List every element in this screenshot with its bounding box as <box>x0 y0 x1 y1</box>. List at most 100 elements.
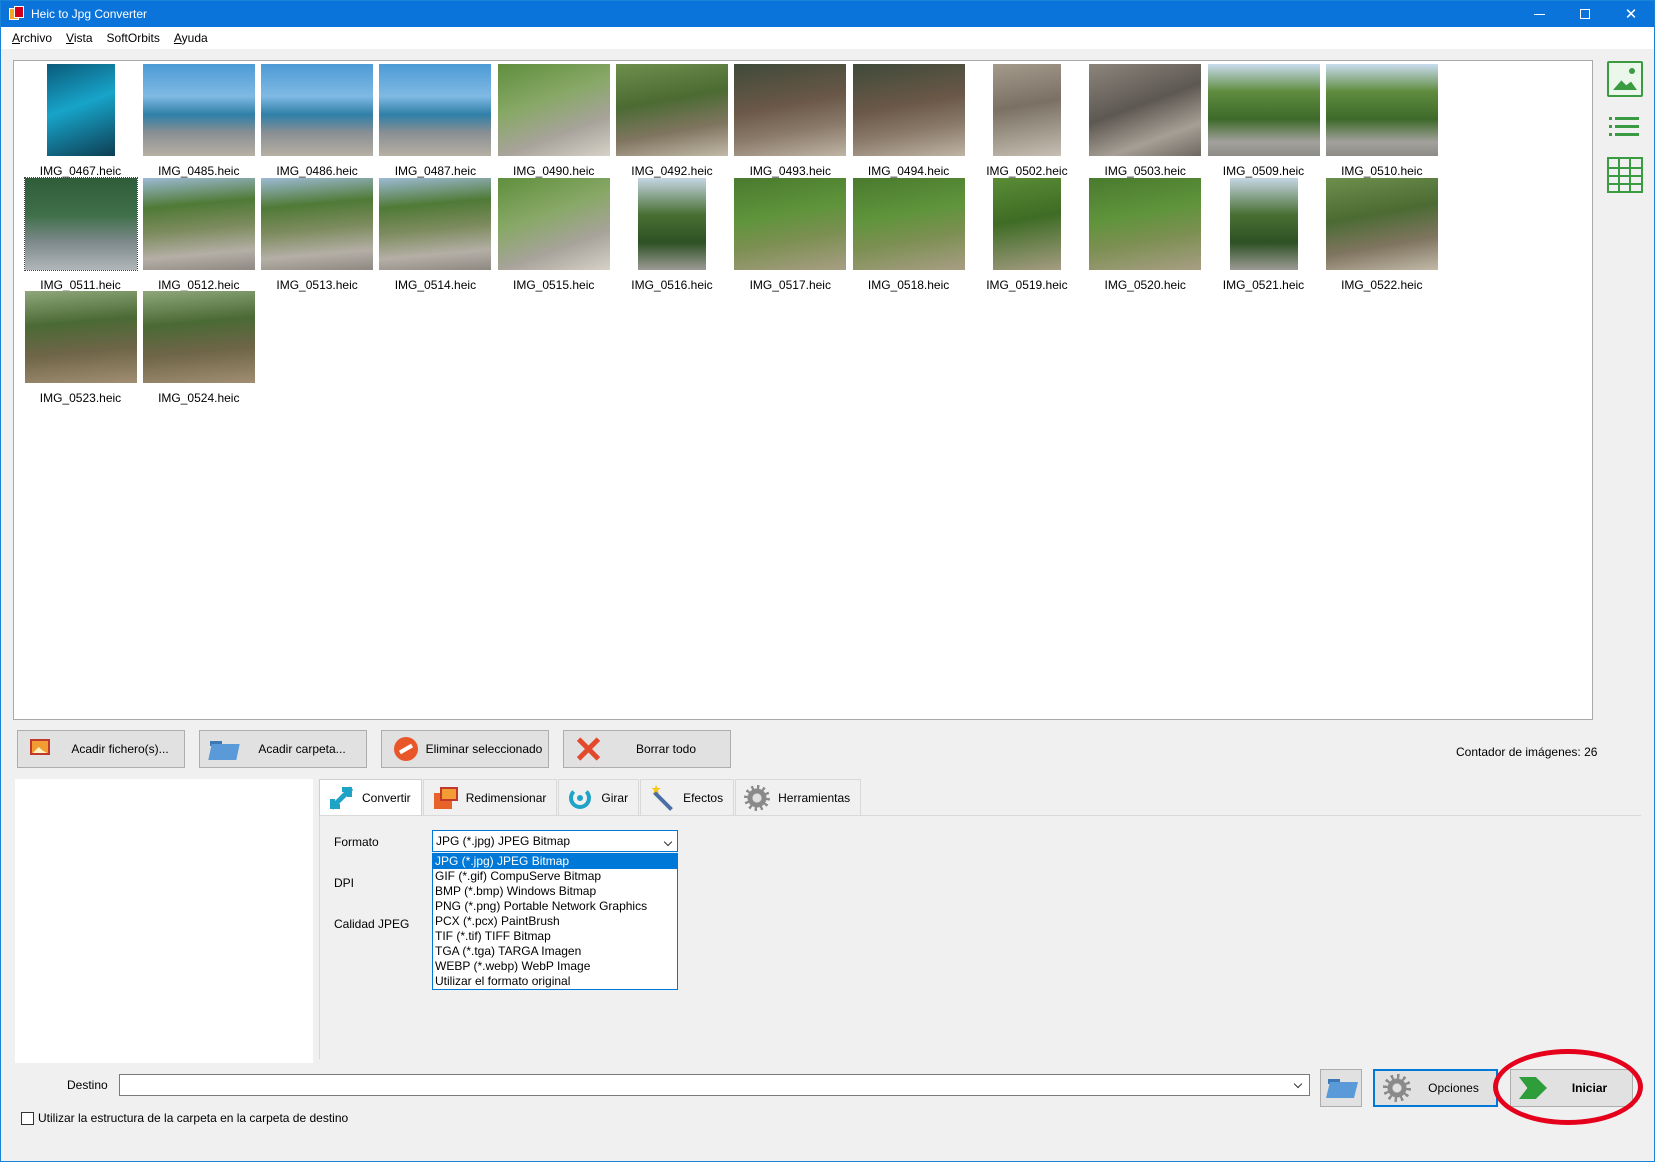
thumbnail-item[interactable]: IMG_0493.heic <box>728 64 853 180</box>
thumbnail-item[interactable]: IMG_0490.heic <box>491 64 616 180</box>
list-view-icon[interactable] <box>1607 109 1643 145</box>
tab-girar[interactable]: Girar <box>558 779 640 815</box>
close-button[interactable]: ✕ <box>1608 1 1654 27</box>
thumbnail-image[interactable] <box>852 64 965 156</box>
thumbnail-image[interactable] <box>142 64 255 156</box>
folder-structure-checkbox[interactable] <box>21 1111 34 1125</box>
thumbnail-item[interactable]: IMG_0518.heic <box>846 177 971 294</box>
tab-efectos[interactable]: Efectos <box>640 779 735 815</box>
tab-herramientas[interactable]: Herramientas <box>735 779 862 815</box>
thumbnail-item[interactable]: IMG_0512.heic <box>136 177 261 294</box>
options-button[interactable]: Opciones <box>1373 1069 1498 1107</box>
thumbnail-image[interactable] <box>852 177 965 270</box>
maximize-button[interactable] <box>1562 1 1608 27</box>
thumbnail-image[interactable] <box>1089 177 1202 270</box>
format-option[interactable]: TGA (*.tga) TARGA Imagen <box>433 944 677 959</box>
thumbnail-image[interactable] <box>992 64 1061 156</box>
thumbnail-item[interactable]: IMG_0517.heic <box>728 177 853 294</box>
menu-softorbits[interactable]: SoftOrbits <box>100 31 167 45</box>
thumbnail-image[interactable] <box>261 177 374 270</box>
thumbnail-caption: IMG_0524.heic <box>158 391 240 406</box>
thumbnail-image[interactable] <box>142 291 255 384</box>
thumbnail-image[interactable] <box>734 177 847 270</box>
thumbnail-item[interactable]: IMG_0523.heic <box>18 291 143 407</box>
thumbnail-item[interactable]: IMG_0509.heic <box>1201 64 1326 180</box>
menu-archivo[interactable]: Archivo <box>5 31 59 45</box>
thumbnail-image[interactable] <box>1325 64 1438 156</box>
format-option[interactable]: PNG (*.png) Portable Network Graphics <box>433 899 677 914</box>
thumbnail-item[interactable]: IMG_0492.heic <box>610 64 735 180</box>
format-option[interactable]: WEBP (*.webp) WebP Image <box>433 959 677 974</box>
thumbnail-item[interactable]: IMG_0521.heic <box>1201 177 1326 294</box>
format-option[interactable]: GIF (*.gif) CompuServe Bitmap <box>433 869 677 884</box>
thumbnail-image[interactable] <box>992 177 1061 270</box>
chevron-down-icon <box>1293 1079 1303 1089</box>
thumbnail-item[interactable]: IMG_0502.heic <box>964 64 1089 180</box>
magic-wand-icon <box>649 784 675 811</box>
format-option[interactable]: Utilizar el formato original <box>433 974 677 989</box>
thumbnail-grid[interactable]: IMG_0467.heic IMG_0485.heic IMG_0486.heic I… <box>13 60 1593 720</box>
thumbnail-item[interactable]: IMG_0520.heic <box>1083 177 1208 294</box>
add-folder-button[interactable]: Acadir carpeta... <box>199 730 367 768</box>
format-option[interactable]: TIF (*.tif) TIFF Bitmap <box>433 929 677 944</box>
thumbnail-image[interactable] <box>1089 64 1202 156</box>
thumbnail-image[interactable] <box>734 64 847 156</box>
thumbnail-item[interactable]: IMG_0510.heic <box>1319 64 1444 180</box>
minimize-button[interactable] <box>1516 1 1562 27</box>
thumbnail-item[interactable]: IMG_0485.heic <box>136 64 261 180</box>
thumbnail-item[interactable]: IMG_0513.heic <box>255 177 380 294</box>
thumbnail-item[interactable]: IMG_0524.heic <box>136 291 261 407</box>
thumbnail-caption: IMG_0502.heic <box>986 164 1068 178</box>
menu-vista[interactable]: Vista <box>59 31 99 45</box>
minimize-icon <box>1533 13 1545 15</box>
thumbnail-item[interactable]: IMG_0522.heic <box>1319 177 1444 294</box>
format-option[interactable]: BMP (*.bmp) Windows Bitmap <box>433 884 677 899</box>
folder-structure-option[interactable]: Utilizar la estructura de la carpeta en … <box>21 1111 348 1125</box>
thumbnail-item[interactable]: IMG_0515.heic <box>491 177 616 294</box>
tab-convertir[interactable]: Convertir <box>319 779 422 816</box>
thumbnail-item[interactable]: IMG_0494.heic <box>846 64 971 180</box>
format-option[interactable]: JPG (*.jpg) JPEG Bitmap <box>433 854 677 869</box>
remove-selected-button[interactable]: Eliminar seleccionado <box>381 730 549 768</box>
thumbnail-item[interactable]: IMG_0511.heic <box>18 176 143 294</box>
thumbnail-image[interactable] <box>24 291 137 384</box>
thumbnail-image[interactable] <box>497 64 610 156</box>
add-files-button[interactable]: Acadir fichero(s)... <box>17 730 185 768</box>
thumbnail-image[interactable] <box>497 177 610 270</box>
thumbnail-image[interactable] <box>261 64 374 156</box>
format-select[interactable]: JPG (*.jpg) JPEG Bitmap <box>432 830 678 852</box>
tab-redimensionar[interactable]: Redimensionar <box>422 779 558 815</box>
thumbnail-item[interactable]: IMG_0487.heic <box>373 64 498 180</box>
thumbnail-image[interactable] <box>1325 177 1438 270</box>
thumbnail-item[interactable]: IMG_0514.heic <box>373 177 498 294</box>
thumbnail-image[interactable] <box>46 64 115 156</box>
add-image-icon <box>28 737 56 761</box>
format-label: Formato <box>334 835 379 849</box>
thumbnail-image[interactable] <box>379 177 492 270</box>
thumbnail-caption: IMG_0514.heic <box>394 277 477 292</box>
menu-ayuda[interactable]: Ayuda <box>167 31 215 45</box>
thumbnail-image[interactable] <box>379 64 492 156</box>
thumbnail-caption: IMG_0503.heic <box>1104 164 1186 178</box>
thumbnail-caption: IMG_0520.heic <box>1104 277 1186 292</box>
thumbnail-image[interactable] <box>638 177 706 270</box>
thumbnail-caption: IMG_0513.heic <box>276 277 358 292</box>
thumbnail-item[interactable]: IMG_0467.heic <box>18 64 143 180</box>
thumbnail-image[interactable] <box>616 64 728 156</box>
thumbnail-image[interactable] <box>1229 177 1298 270</box>
format-option[interactable]: PCX (*.pcx) PaintBrush <box>433 914 677 929</box>
thumbnail-caption: IMG_0510.heic <box>1341 164 1423 178</box>
thumbnail-image[interactable] <box>23 176 138 271</box>
thumbnail-caption: IMG_0467.heic <box>39 164 122 178</box>
thumbnail-item[interactable]: IMG_0516.heic <box>610 177 735 294</box>
destination-combobox[interactable] <box>119 1074 1310 1096</box>
thumbnail-image[interactable] <box>142 177 255 270</box>
thumbnail-image[interactable] <box>1207 64 1320 156</box>
browse-folder-button[interactable] <box>1320 1069 1362 1107</box>
thumbnail-view-icon[interactable] <box>1607 61 1643 97</box>
clear-all-button[interactable]: Borrar todo <box>563 730 731 768</box>
thumbnail-item[interactable]: IMG_0486.heic <box>255 64 380 180</box>
thumbnail-item[interactable]: IMG_0503.heic <box>1083 64 1208 180</box>
table-view-icon[interactable] <box>1607 157 1643 193</box>
thumbnail-item[interactable]: IMG_0519.heic <box>964 177 1089 294</box>
